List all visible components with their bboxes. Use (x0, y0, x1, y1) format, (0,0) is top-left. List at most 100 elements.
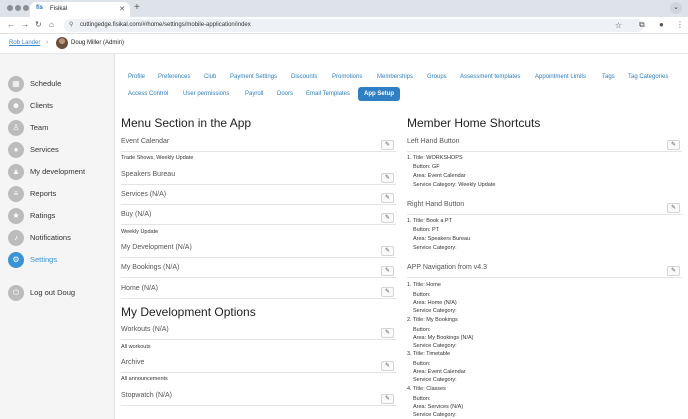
extensions-icon[interactable]: ⧉ (639, 20, 645, 30)
reload-icon[interactable]: ↻ (35, 20, 42, 29)
sidebar-item-logout[interactable]: ⏻ Log out Doug (8, 285, 108, 301)
address-url: cuttingedge.fisikal.com/#/home/settings/… (80, 22, 251, 28)
shortcut-line: Service Category: (413, 245, 457, 251)
tab-doors[interactable]: Doors (277, 87, 293, 101)
divider (121, 298, 396, 299)
menu-row-label: Home (N/A) (121, 285, 158, 292)
window-minimize-dot[interactable] (15, 5, 21, 11)
sidebar: ▦ Schedule ☻ Clients ♙ Team ● Services ▲ My d… (0, 54, 115, 419)
app-header: Rob Lander › Doug Miller (Admin) (0, 34, 688, 54)
gear-icon: ⚙ (8, 252, 24, 268)
tab-tags[interactable]: Tags (602, 70, 615, 84)
shortcut-line: Area: Speakers Bureau (413, 236, 471, 242)
reports-icon: ≡ (8, 186, 24, 202)
sidebar-item-settings[interactable]: ⚙ Settings (8, 252, 108, 268)
tab-app-setup[interactable]: App Setup (358, 87, 400, 101)
bookmark-star-icon[interactable]: ☆ (615, 21, 622, 30)
sidebar-item-label: Log out Doug (30, 288, 76, 297)
back-icon[interactable]: ← (7, 20, 15, 29)
tab-promotions[interactable]: Promotions (332, 70, 362, 84)
nav-line: Area: My Bookings (N/A) (413, 335, 474, 341)
pencil-icon[interactable]: ✎ (381, 287, 394, 297)
menu-row-label: My Bookings (N/A) (121, 264, 180, 271)
browser-toolbar: ← → ↻ ⌂ ⚲ cuttingedge.fisikal.com/#/home… (0, 17, 688, 34)
divider (121, 277, 396, 278)
nav-line: Service Category: (413, 343, 457, 349)
breadcrumb-link[interactable]: Rob Lander (9, 40, 40, 46)
pencil-icon[interactable]: ✎ (381, 328, 394, 338)
sidebar-item-reports[interactable]: ≡ Reports (8, 186, 108, 202)
tab-assessment-templates[interactable]: Assessment templates (460, 70, 520, 84)
new-tab-icon[interactable]: + (134, 2, 140, 13)
tab-groups[interactable]: Groups (427, 70, 447, 84)
sidebar-item-label: Clients (30, 101, 53, 110)
current-user-name[interactable]: Doug Miller (Admin) (71, 40, 124, 46)
pencil-icon[interactable]: ✎ (667, 203, 680, 213)
nav-line: Area: Event Calendar (413, 369, 466, 375)
pencil-icon[interactable]: ✎ (381, 246, 394, 256)
forward-icon[interactable]: → (21, 20, 29, 29)
nav-line: Button: (413, 361, 431, 367)
sidebar-item-ratings[interactable]: ★ Ratings (8, 208, 108, 224)
tab-preferences[interactable]: Preferences (158, 70, 190, 84)
tab-club[interactable]: Club (204, 70, 216, 84)
sidebar-item-services[interactable]: ● Services (8, 142, 108, 158)
pencil-icon[interactable]: ✎ (381, 213, 394, 223)
address-bar[interactable]: ⚲ cuttingedge.fisikal.com/#/home/setting… (64, 19, 644, 32)
sidebar-item-label: My development (30, 167, 86, 176)
window-close-dot[interactable] (7, 5, 13, 11)
dev-options-title: My Development Options (121, 305, 256, 319)
divider (121, 151, 396, 152)
nav-line: Button: (413, 327, 431, 333)
browser-tab[interactable]: fis Fisikal ✕ (30, 2, 130, 17)
divider (121, 184, 396, 185)
window-zoom-dot[interactable] (23, 5, 29, 11)
tab-search-icon[interactable]: ⌄ (670, 2, 682, 14)
pencil-icon[interactable]: ✎ (381, 140, 394, 150)
dev-row-label: Archive (121, 359, 145, 366)
sidebar-item-team[interactable]: ♙ Team (8, 120, 108, 136)
sidebar-item-my-development[interactable]: ▲ My development (8, 164, 108, 180)
tab-email-templates[interactable]: Email Templates (306, 87, 350, 101)
dev-row-label: Stopwatch (N/A) (121, 392, 172, 399)
nav-line: 3. Title: Timetable (407, 351, 451, 357)
pencil-icon[interactable]: ✎ (381, 394, 394, 404)
tab-appointment-limits[interactable]: Appointment Limits (535, 70, 586, 84)
browser-menu-icon[interactable]: ⋮ (676, 20, 684, 29)
tab-profile[interactable]: Profile (128, 70, 145, 84)
menu-row-label: Speakers Bureau (121, 171, 176, 178)
site-info-icon[interactable]: ⚲ (69, 21, 73, 28)
sidebar-item-label: Settings (30, 255, 58, 264)
tab-tag-categories[interactable]: Tag Categories (628, 70, 668, 84)
sidebar-item-label: Ratings (30, 211, 56, 220)
pencil-icon[interactable]: ✎ (667, 266, 680, 276)
tab-access-control[interactable]: Access Control (128, 87, 168, 101)
shortcut-line: Button: PT (413, 227, 439, 233)
sidebar-item-notifications[interactable]: ♪ Notifications (8, 230, 108, 246)
pencil-icon[interactable]: ✎ (381, 266, 394, 276)
nav-line: 4. Title: Classes (407, 386, 446, 392)
avatar[interactable] (56, 37, 68, 49)
tab-close-icon[interactable]: ✕ (119, 5, 125, 13)
pencil-icon[interactable]: ✎ (381, 173, 394, 183)
tab-memberships[interactable]: Memberships (377, 70, 413, 84)
browser-tab-title: Fisikal (50, 6, 68, 12)
nav-line: Button: (413, 292, 431, 298)
pencil-icon[interactable]: ✎ (381, 193, 394, 203)
tab-payment-settings[interactable]: Payment Settings (230, 70, 277, 84)
shortcut-line: 1. Title: WORKSHOPS (407, 155, 463, 161)
pencil-icon[interactable]: ✎ (667, 140, 680, 150)
development-icon: ▲ (8, 164, 24, 180)
shortcut-label: APP Navigation from v4.3 (407, 264, 488, 271)
pencil-icon[interactable]: ✎ (381, 361, 394, 371)
home-icon[interactable]: ⌂ (49, 20, 54, 29)
tab-user-permissions[interactable]: User permissions (183, 87, 229, 101)
nav-line: 1. Title: Home (407, 282, 441, 288)
bell-icon: ♪ (8, 230, 24, 246)
shortcut-label: Left Hand Button (407, 138, 460, 145)
tab-payroll[interactable]: Payroll (245, 87, 263, 101)
tab-discounts[interactable]: Discounts (291, 70, 317, 84)
sidebar-item-schedule[interactable]: ▦ Schedule (8, 76, 108, 92)
sidebar-item-clients[interactable]: ☻ Clients (8, 98, 108, 114)
profile-icon[interactable]: ● (659, 20, 664, 29)
